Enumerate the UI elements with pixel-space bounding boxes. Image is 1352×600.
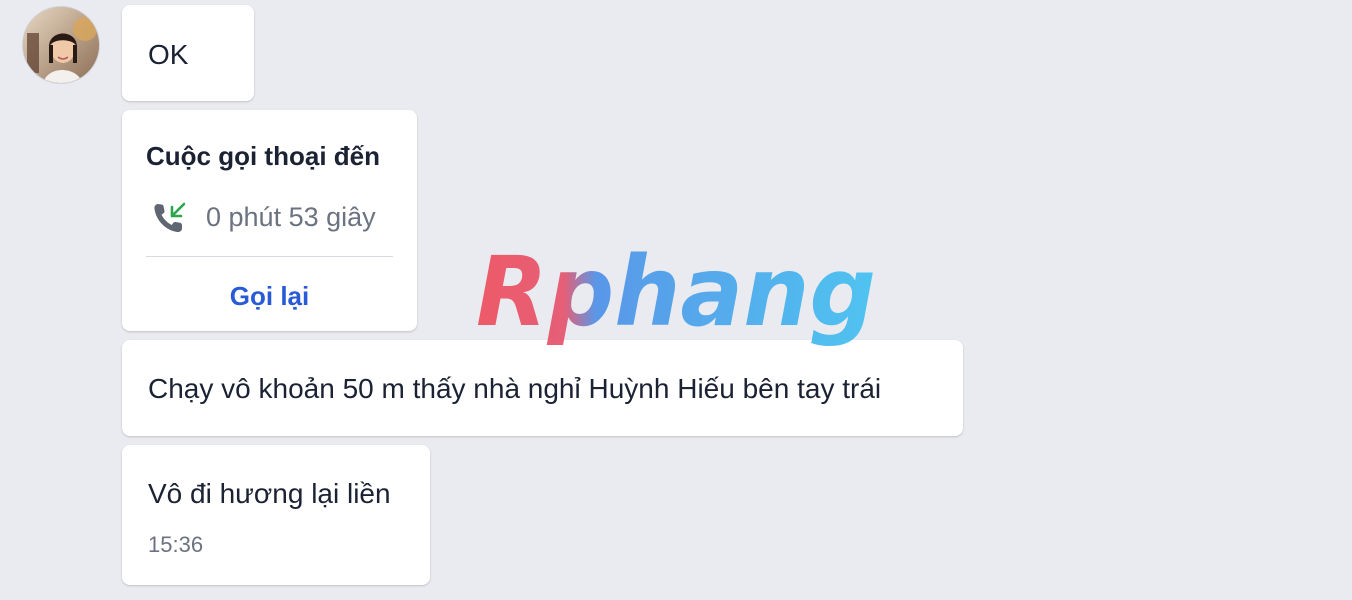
incoming-call-icon (150, 198, 190, 238)
divider (146, 256, 393, 257)
call-card: Cuộc gọi thoại đến 0 phút 53 giây Gọi lạ… (122, 110, 417, 331)
message-bubble[interactable]: Chạy vô khoản 50 m thấy nhà nghỉ Huỳnh H… (122, 340, 963, 436)
message-text: Chạy vô khoản 50 m thấy nhà nghỉ Huỳnh H… (148, 373, 882, 404)
message-timestamp: 15:36 (148, 532, 204, 557)
watermark-logo: Rphang (470, 245, 890, 355)
message-text: OK (148, 39, 189, 70)
call-duration: 0 phút 53 giây (206, 202, 376, 232)
call-back-button[interactable]: Gọi lại (122, 280, 417, 312)
watermark-text: Rphang (476, 245, 876, 348)
message-text: Vô đi hương lại liền (148, 478, 391, 509)
message-bubble[interactable]: OK (122, 5, 254, 101)
contact-avatar[interactable] (22, 6, 100, 84)
message-bubble[interactable]: Vô đi hương lại liền 15:36 (122, 445, 430, 585)
call-title: Cuộc gọi thoại đến (146, 141, 380, 171)
